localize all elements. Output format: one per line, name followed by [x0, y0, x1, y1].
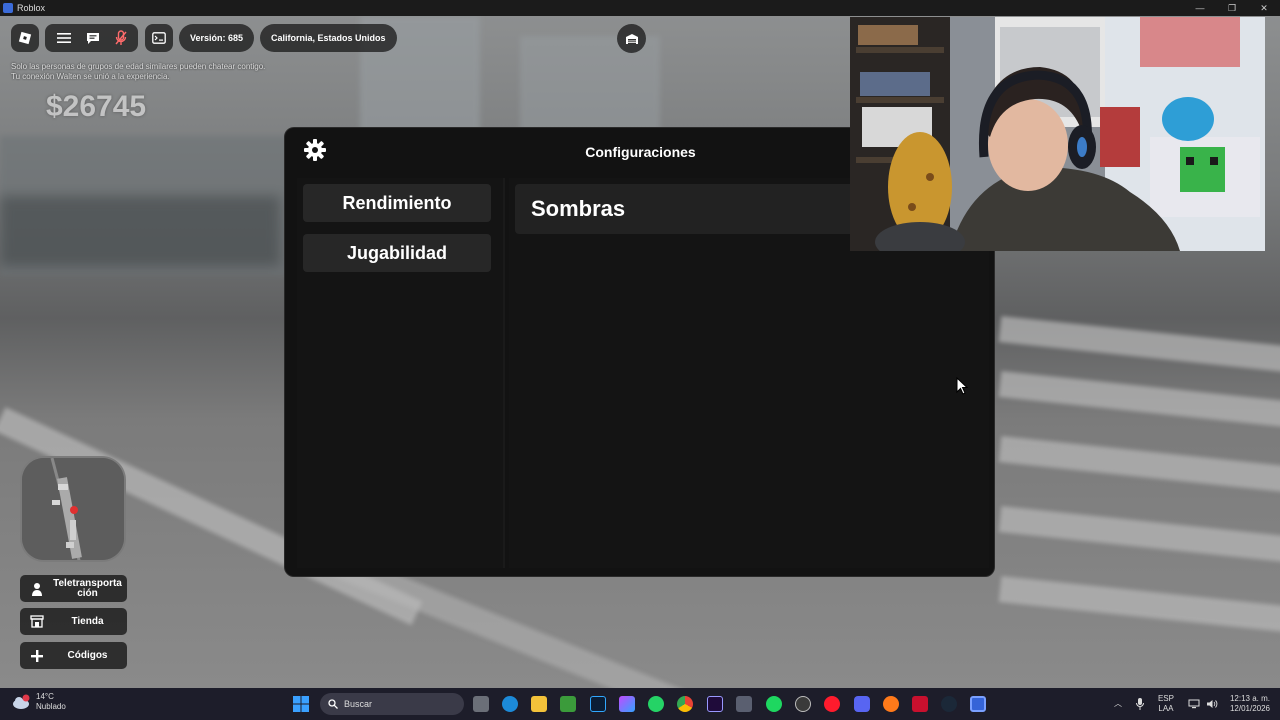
microphone-muted-icon[interactable] [114, 30, 127, 46]
network-icon[interactable] [1188, 699, 1200, 709]
chat-join-notice: Tu conexión Walten se unió a la experien… [11, 72, 170, 81]
clock[interactable]: 12:13 a. m. 12/01/2026 [1230, 694, 1270, 714]
task-view-icon[interactable] [473, 696, 489, 712]
chat-icon[interactable] [86, 31, 100, 45]
crosswalk-stripe [998, 371, 1280, 429]
language-code: ESP [1157, 694, 1174, 703]
minecraft-icon[interactable] [560, 696, 576, 712]
steam-icon[interactable] [941, 696, 957, 712]
chrome-icon[interactable] [677, 696, 693, 712]
money-counter: $26745 [46, 90, 147, 123]
close-button[interactable]: ✕ [1248, 0, 1280, 16]
person-icon [26, 582, 48, 596]
spotify-icon[interactable] [766, 696, 782, 712]
microphone-tray-icon[interactable] [1135, 698, 1144, 710]
player-marker-icon [70, 506, 78, 514]
roblox-logo-icon [18, 31, 32, 45]
language-indicator[interactable]: ESP LAA [1158, 694, 1174, 714]
weather-widget[interactable]: 14°C Nublado [12, 692, 66, 712]
teleport-button[interactable]: Teletransporta ción [20, 575, 127, 602]
garage-icon [625, 33, 638, 44]
netflix-icon[interactable] [912, 696, 928, 712]
garage-button[interactable] [617, 24, 646, 53]
search-placeholder: Buscar [344, 699, 373, 709]
edge-icon[interactable] [502, 696, 518, 712]
firefox-icon[interactable] [883, 696, 899, 712]
webcam-overlay [850, 17, 1265, 251]
minimize-button[interactable]: — [1184, 0, 1216, 16]
store-app-icon[interactable] [736, 696, 752, 712]
tray-overflow-icon[interactable]: ︿ [1114, 699, 1122, 709]
crosswalk-stripe [998, 506, 1280, 564]
minimap[interactable] [20, 456, 126, 562]
premiere-icon[interactable] [707, 696, 723, 712]
plus-icon [26, 649, 48, 662]
region-pill: California, Estados Unidos [260, 24, 397, 52]
photoshop-icon[interactable] [590, 696, 606, 712]
opera-icon[interactable] [824, 696, 840, 712]
panel-divider [503, 178, 505, 568]
streamer-webcam-image [850, 17, 1265, 251]
roblox-app-icon [3, 3, 13, 13]
copilot-icon[interactable] [619, 696, 635, 712]
obs-icon[interactable] [795, 696, 811, 712]
search-icon [328, 699, 338, 709]
window-title-bar: Roblox — ❐ ✕ [0, 0, 1280, 16]
nav-rendimiento-button[interactable]: Rendimiento [303, 184, 491, 222]
mouse-cursor-icon [956, 377, 968, 395]
chat-age-notice: Solo las personas de grupos de edad simi… [11, 62, 266, 71]
terminal-icon [152, 32, 166, 44]
version-pill: Versión: 685 [179, 24, 255, 52]
windows-taskbar: 14°C Nublado Buscar ︿ ESP LAA 12:13 a. m… [0, 688, 1280, 720]
store-button[interactable]: Tienda [20, 608, 127, 635]
chat-notice: Solo las personas de grupos de edad simi… [11, 62, 281, 82]
clock-date: 12/01/2026 [1229, 704, 1270, 713]
teleport-label: Teletransporta ción [53, 577, 122, 599]
roblox-menu-button[interactable] [11, 24, 39, 52]
clock-time: 12:13 a. m. [1229, 694, 1270, 703]
crosswalk-stripe [998, 436, 1280, 494]
codes-label: Códigos [67, 649, 108, 661]
console-button[interactable] [145, 24, 173, 52]
codes-button[interactable]: Códigos [20, 642, 127, 669]
windows-start-icon[interactable] [293, 696, 309, 712]
nav-jugabilidad-button[interactable]: Jugabilidad [303, 234, 491, 272]
roblox-taskbar-icon[interactable] [970, 696, 986, 712]
hud-toolbar [45, 24, 138, 52]
store-icon [26, 615, 48, 628]
discord-icon[interactable] [854, 696, 870, 712]
window-title: Roblox [17, 3, 46, 13]
hamburger-menu-icon[interactable] [56, 32, 71, 44]
minimap-map [22, 458, 124, 560]
keyboard-layout: LAA [1158, 704, 1174, 713]
building-shadow [0, 196, 280, 266]
store-label: Tienda [71, 615, 104, 627]
maximize-button[interactable]: ❐ [1216, 0, 1248, 16]
taskbar-search[interactable]: Buscar [320, 693, 464, 715]
cloud-icon [13, 694, 30, 709]
crosswalk-stripe [998, 316, 1280, 374]
volume-icon[interactable] [1206, 699, 1218, 709]
whatsapp-icon[interactable] [648, 696, 664, 712]
settings-sidebar: Rendimiento Jugabilidad [297, 178, 503, 568]
weather-label: Nublado [36, 702, 66, 711]
file-explorer-icon[interactable] [531, 696, 547, 712]
temperature: 14°C [36, 692, 54, 701]
crosswalk-stripe [998, 576, 1280, 634]
system-tray: ︿ ESP LAA 12:13 a. m. 12/01/2026 [1114, 691, 1270, 717]
